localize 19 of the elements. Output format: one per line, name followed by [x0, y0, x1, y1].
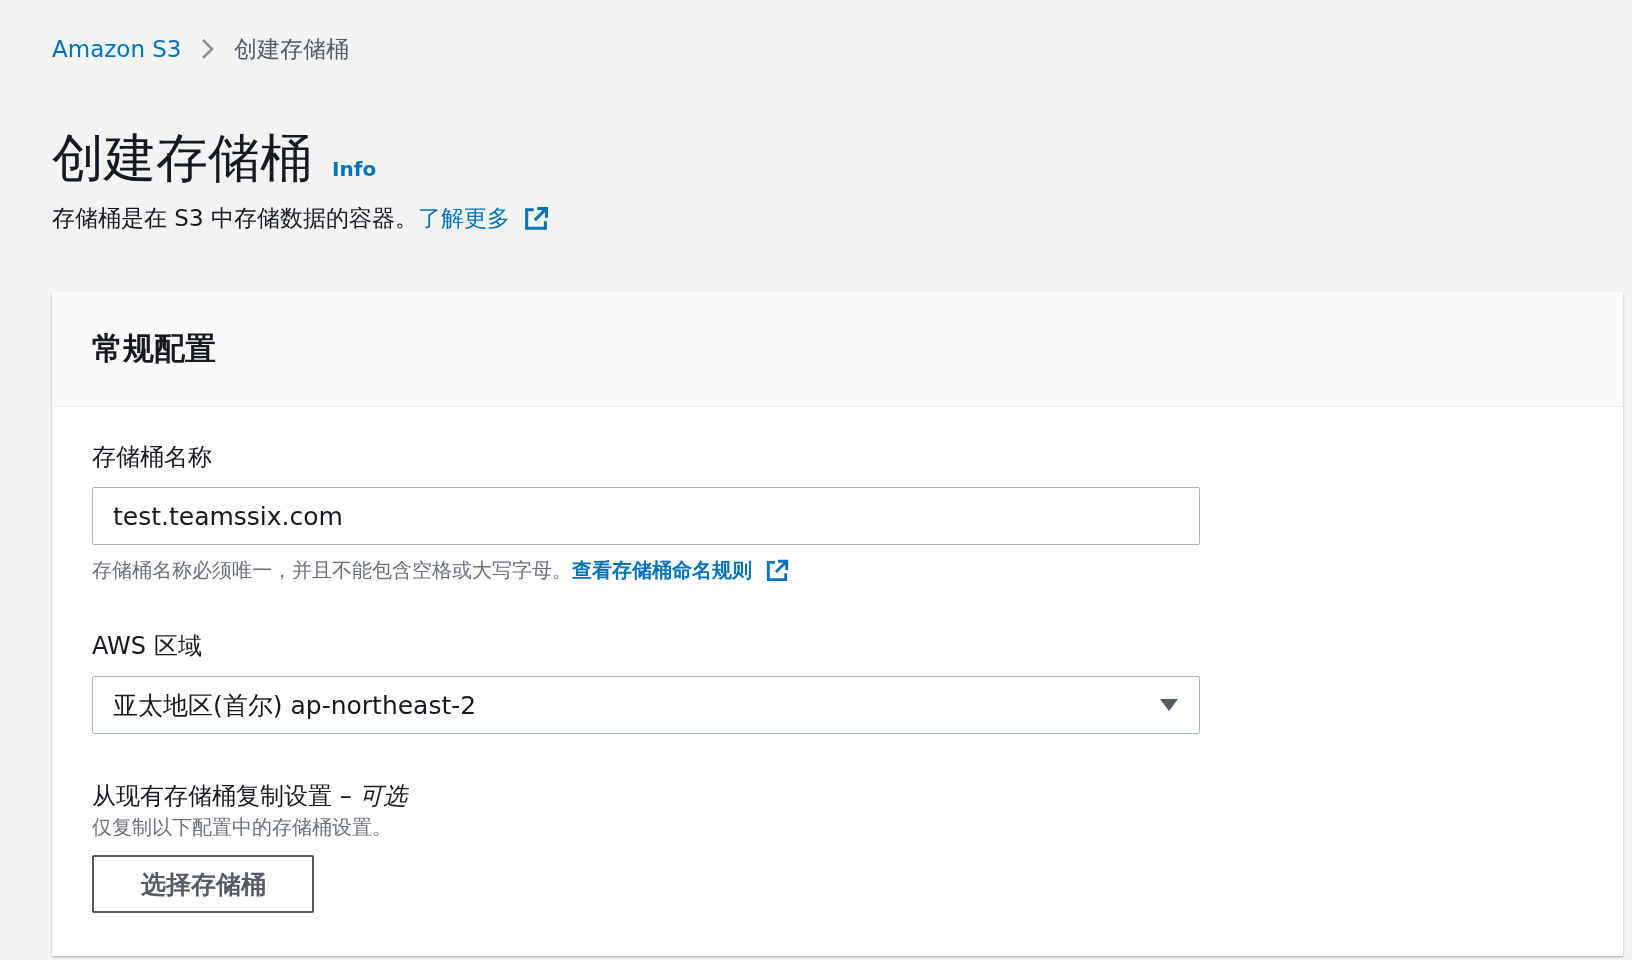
- breadcrumb-current: 创建存储桶: [233, 34, 349, 64]
- external-link-icon: [764, 557, 790, 584]
- field-label: 存储桶名称: [92, 442, 213, 474]
- chevron-icon: [199, 37, 216, 61]
- bucket-name-field[interactable]: test.teamssix.com: [92, 487, 1200, 546]
- region-select[interactable]: 亚太地区(首尔) ap-northeast-2: [92, 676, 1200, 735]
- field-label: 从现有存储桶复制设置 – 可选: [92, 781, 410, 813]
- page-title: 创建存储桶: [52, 130, 312, 188]
- info-link[interactable]: Info: [332, 157, 377, 181]
- breadcrumb-link[interactable]: Amazon S3: [52, 36, 182, 62]
- naming-rules-link[interactable]: 查看存储桶命名规则: [572, 557, 752, 585]
- choose-bucket-button[interactable]: 选择存储桶: [92, 855, 314, 914]
- field-label: AWS 区域: [92, 631, 203, 663]
- caret-icon: [1159, 698, 1179, 713]
- page-description: 存储桶是在 S3 中存储数据的容器。: [52, 204, 418, 234]
- panel-title: 常规配置: [92, 329, 216, 369]
- field-hint: 存储桶名称必须唯一，并且不能包含空格或大写字母。: [92, 557, 572, 585]
- learn-more-link[interactable]: 了解更多: [417, 203, 510, 235]
- field-hint: 仅复制以下配置中的存储桶设置。: [92, 814, 392, 842]
